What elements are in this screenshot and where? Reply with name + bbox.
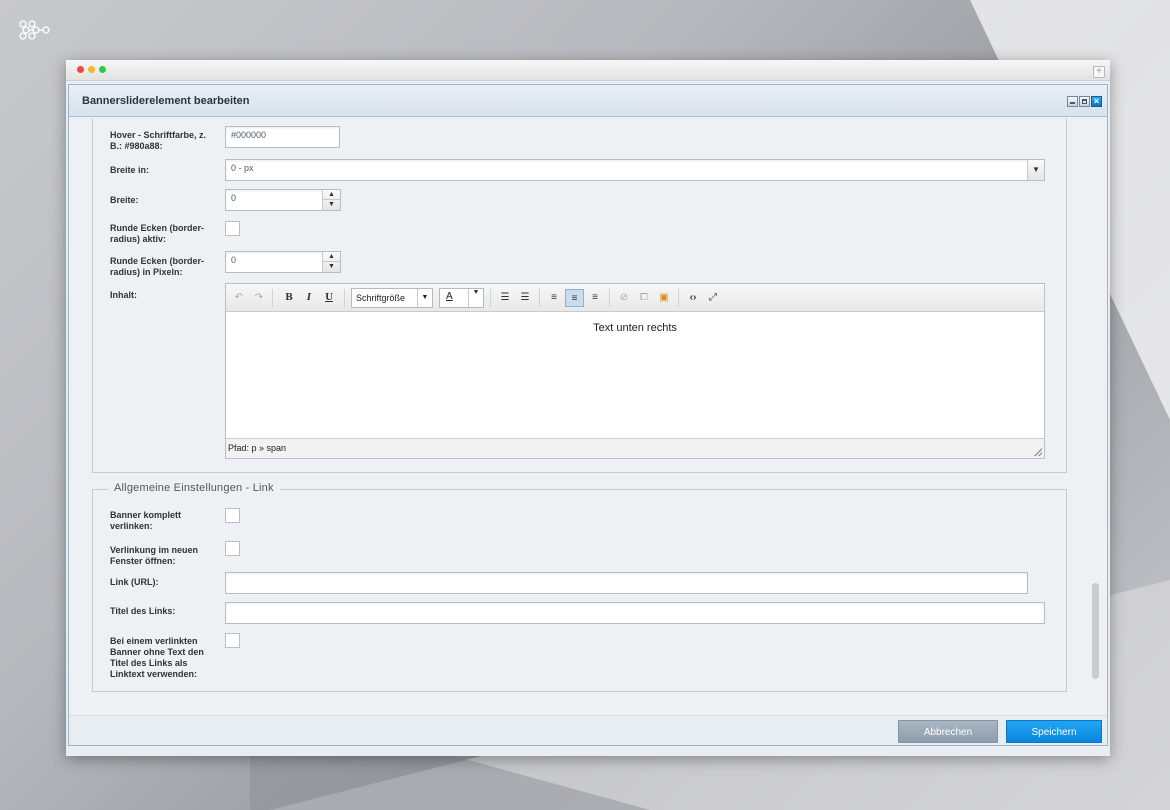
editor-statusbar: Pfad: p » span [226, 438, 1044, 458]
dialog-scrollbar[interactable] [1092, 583, 1099, 679]
link-icon[interactable]: ⊘ [616, 289, 632, 307]
align-right-icon[interactable]: ≡ [587, 289, 603, 307]
toolbar-divider [490, 289, 491, 307]
title-as-text-checkbox[interactable] [225, 633, 240, 648]
radius-value: 0 [231, 255, 237, 265]
align-left-icon[interactable]: ≡ [546, 289, 562, 307]
element-path: Pfad: p » span [228, 443, 287, 453]
dialog-controls: × [1067, 96, 1102, 107]
app-logo-icon[interactable] [18, 19, 52, 41]
edit-dialog: Bannersliderelement bearbeiten × Hover -… [68, 84, 1108, 746]
underline-icon[interactable]: U [322, 289, 336, 307]
dialog-header: Bannersliderelement bearbeiten × [69, 85, 1107, 117]
font-size-select[interactable]: Schriftgröße ▼ [351, 288, 433, 308]
width-unit-select[interactable]: 0 - px ▼ [225, 159, 1045, 181]
link-title-label: Titel des Links: [110, 606, 176, 616]
new-window-label: Verlinkung im neuen Fenster öffnen: [110, 545, 199, 566]
decrement-icon[interactable]: ▼ [323, 200, 340, 210]
link-section-legend: Allgemeine Einstellungen - Link [108, 482, 280, 494]
bold-icon[interactable]: B [282, 289, 296, 307]
fullscreen-icon[interactable]: ⤢ [705, 289, 721, 307]
content-label: Inhalt: [110, 290, 137, 300]
banner-link-checkbox[interactable] [225, 508, 240, 523]
text-color-select[interactable]: A ▼ [439, 288, 484, 308]
decrement-icon[interactable]: ▼ [323, 262, 340, 272]
hover-color-label: Hover - Schriftfarbe, z. B.: #980a88: [110, 130, 207, 151]
toolbar-divider [539, 289, 540, 307]
italic-icon[interactable]: I [302, 289, 316, 307]
chevron-down-icon[interactable]: ▼ [468, 289, 483, 307]
align-center-icon[interactable]: ≡ [565, 289, 584, 307]
increment-icon[interactable]: ▲ [323, 252, 340, 262]
radius-label: Runde Ecken (border-radius) in Pixeln: [110, 256, 205, 277]
close-dialog-button[interactable]: × [1091, 96, 1102, 107]
bullet-list-icon[interactable]: ☰ [497, 289, 513, 307]
new-window-checkbox[interactable] [225, 541, 240, 556]
width-label: Breite: [110, 195, 139, 205]
unlink-icon[interactable]: ⧠ [636, 289, 652, 307]
source-code-icon[interactable]: ‹› [685, 289, 701, 307]
width-unit-label: Breite in: [110, 165, 150, 175]
close-window-button[interactable] [77, 66, 84, 73]
chevron-down-icon[interactable]: ▼ [417, 289, 432, 307]
style-fieldset: Hover - Schriftfarbe, z. B.: #980a88: #0… [92, 118, 1067, 473]
redo-icon[interactable]: ↷ [252, 289, 266, 307]
increment-icon[interactable]: ▲ [323, 190, 340, 200]
window-titlebar: + [66, 60, 1110, 81]
new-tab-button[interactable]: + [1093, 66, 1105, 78]
chevron-down-icon[interactable]: ▼ [1027, 160, 1044, 180]
editor-text: Text unten rechts [593, 322, 677, 334]
radius-stepper[interactable]: ▲ ▼ [322, 252, 340, 272]
width-value: 0 [231, 193, 237, 203]
save-button[interactable]: Speichern [1006, 720, 1102, 743]
app-window: + Bannersliderelement bearbeiten × Hover… [66, 60, 1110, 756]
dialog-body[interactable]: Hover - Schriftfarbe, z. B.: #980a88: #0… [69, 118, 1107, 715]
hover-color-input[interactable]: #000000 [225, 126, 340, 148]
link-fieldset: Allgemeine Einstellungen - Link Banner k… [92, 482, 1067, 692]
editor-toolbar: ↶ ↷ B I U Schriftgröße ▼ A ▼ ☰ ☰ ≡ ≡ ≡ ⊘… [226, 284, 1044, 312]
rounded-corners-checkbox[interactable] [225, 221, 240, 236]
maximize-dialog-button[interactable] [1079, 96, 1090, 107]
toolbar-divider [344, 289, 345, 307]
dialog-title: Bannersliderelement bearbeiten [82, 95, 250, 107]
radius-input[interactable]: 0 ▲ ▼ [225, 251, 341, 273]
width-input[interactable]: 0 ▲ ▼ [225, 189, 341, 211]
toolbar-divider [678, 289, 679, 307]
zoom-window-button[interactable] [99, 66, 106, 73]
cancel-button[interactable]: Abbrechen [898, 720, 998, 743]
editor-content-area[interactable]: Text unten rechts [226, 312, 1044, 438]
link-title-input[interactable] [225, 602, 1045, 624]
rich-text-editor: ↶ ↷ B I U Schriftgröße ▼ A ▼ ☰ ☰ ≡ ≡ ≡ ⊘… [225, 283, 1045, 459]
width-stepper[interactable]: ▲ ▼ [322, 190, 340, 210]
undo-icon[interactable]: ↶ [232, 289, 246, 307]
rounded-corners-label: Runde Ecken (border-radius) aktiv: [110, 223, 205, 244]
link-url-label: Link (URL): [110, 577, 159, 587]
dialog-footer: Abbrechen Speichern [69, 715, 1107, 745]
resize-handle-icon[interactable] [1034, 448, 1042, 456]
title-as-text-label: Bei einem verlinkten Banner ohne Text de… [110, 636, 204, 679]
text-color-icon: A [446, 291, 453, 302]
toolbar-divider [272, 289, 273, 307]
numbered-list-icon[interactable]: ☰ [517, 289, 533, 307]
link-url-input[interactable] [225, 572, 1028, 594]
image-icon[interactable]: ▣ [656, 289, 672, 307]
toolbar-divider [609, 289, 610, 307]
minimize-window-button[interactable] [88, 66, 95, 73]
banner-link-label: Banner komplett verlinken: [110, 510, 182, 531]
width-unit-value: 0 - px [231, 163, 254, 173]
minimize-dialog-button[interactable] [1067, 96, 1078, 107]
font-size-label: Schriftgröße [356, 293, 406, 303]
